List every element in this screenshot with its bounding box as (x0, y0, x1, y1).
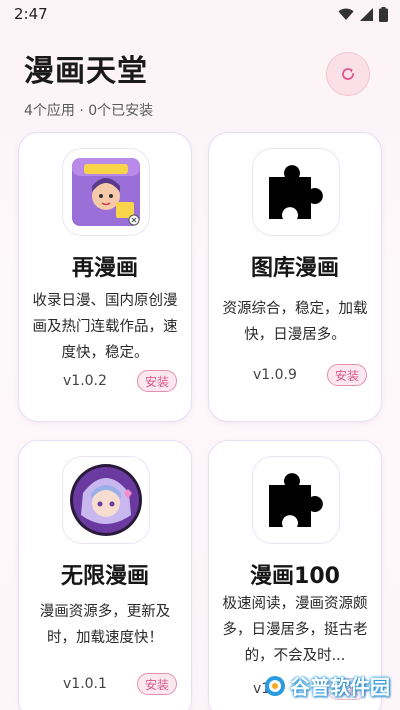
install-button[interactable]: 安装 (137, 673, 177, 695)
app-version: v1.0.1 (63, 676, 107, 692)
battery-icon (379, 6, 388, 22)
app-card[interactable]: 无限漫画 漫画资源多，更新及时，加载速度快！ v1.0.1 安装 (18, 440, 192, 710)
app-description: 漫画资源多，更新及时，加载速度快！ (39, 604, 171, 646)
app-name: 图库漫画 (250, 256, 339, 281)
watermark: 谷普软件园 (264, 671, 390, 700)
install-button[interactable]: 安装 (327, 364, 367, 386)
app-icon-frame (252, 456, 340, 544)
status-bar: 2:47 (0, 0, 400, 28)
app-description: 资源综合，稳定，加载快，日漫居多。 (222, 301, 368, 343)
wifi-icon (338, 8, 354, 20)
zaimanhua-app-icon (72, 158, 140, 226)
app-card[interactable]: 再漫画 收录日漫、国内原创漫画及热门连载作品，速度快，稳定。 v1.0.2 安装 (18, 132, 192, 422)
app-card[interactable]: 漫画100 极速阅读，漫画资源颇多，日漫居多，挺古老的，不会及时... v1. … (208, 440, 382, 710)
install-button[interactable]: 安装 (137, 370, 177, 392)
app-name: 无限漫画 (60, 564, 149, 589)
signal-icon (360, 7, 373, 21)
refresh-button[interactable] (326, 52, 370, 96)
app-version: v1.0.2 (63, 373, 107, 389)
app-icon-frame (62, 148, 150, 236)
app-name: 漫画100 (250, 564, 340, 589)
app-name: 再漫画 (71, 256, 138, 281)
refresh-icon (342, 68, 354, 80)
puzzle-icon (269, 473, 323, 527)
status-icons (338, 6, 388, 22)
app-card[interactable]: 图库漫画 资源综合，稳定，加载快，日漫居多。 v1.0.9 安装 (208, 132, 382, 422)
anime-girl-avatar-icon (70, 464, 142, 536)
app-icon-frame (62, 456, 150, 544)
puzzle-icon (269, 165, 323, 219)
page-title: 漫画天堂 (24, 54, 148, 89)
page-subtitle: 4个应用 · 0个已安装 (24, 103, 154, 119)
app-description: 极速阅读，漫画资源颇多，日漫居多，挺古老的，不会及时... (222, 596, 368, 664)
watermark-logo-icon (265, 675, 285, 696)
app-version: v1.0.9 (253, 367, 297, 383)
status-time: 2:47 (14, 5, 48, 23)
watermark-text: 谷普软件园 (290, 675, 390, 699)
header: 漫画天堂 4个应用 · 0个已安装 (0, 28, 400, 120)
app-icon-frame (252, 148, 340, 236)
app-description: 收录日漫、国内原创漫画及热门连载作品，速度快，稳定。 (32, 293, 178, 361)
